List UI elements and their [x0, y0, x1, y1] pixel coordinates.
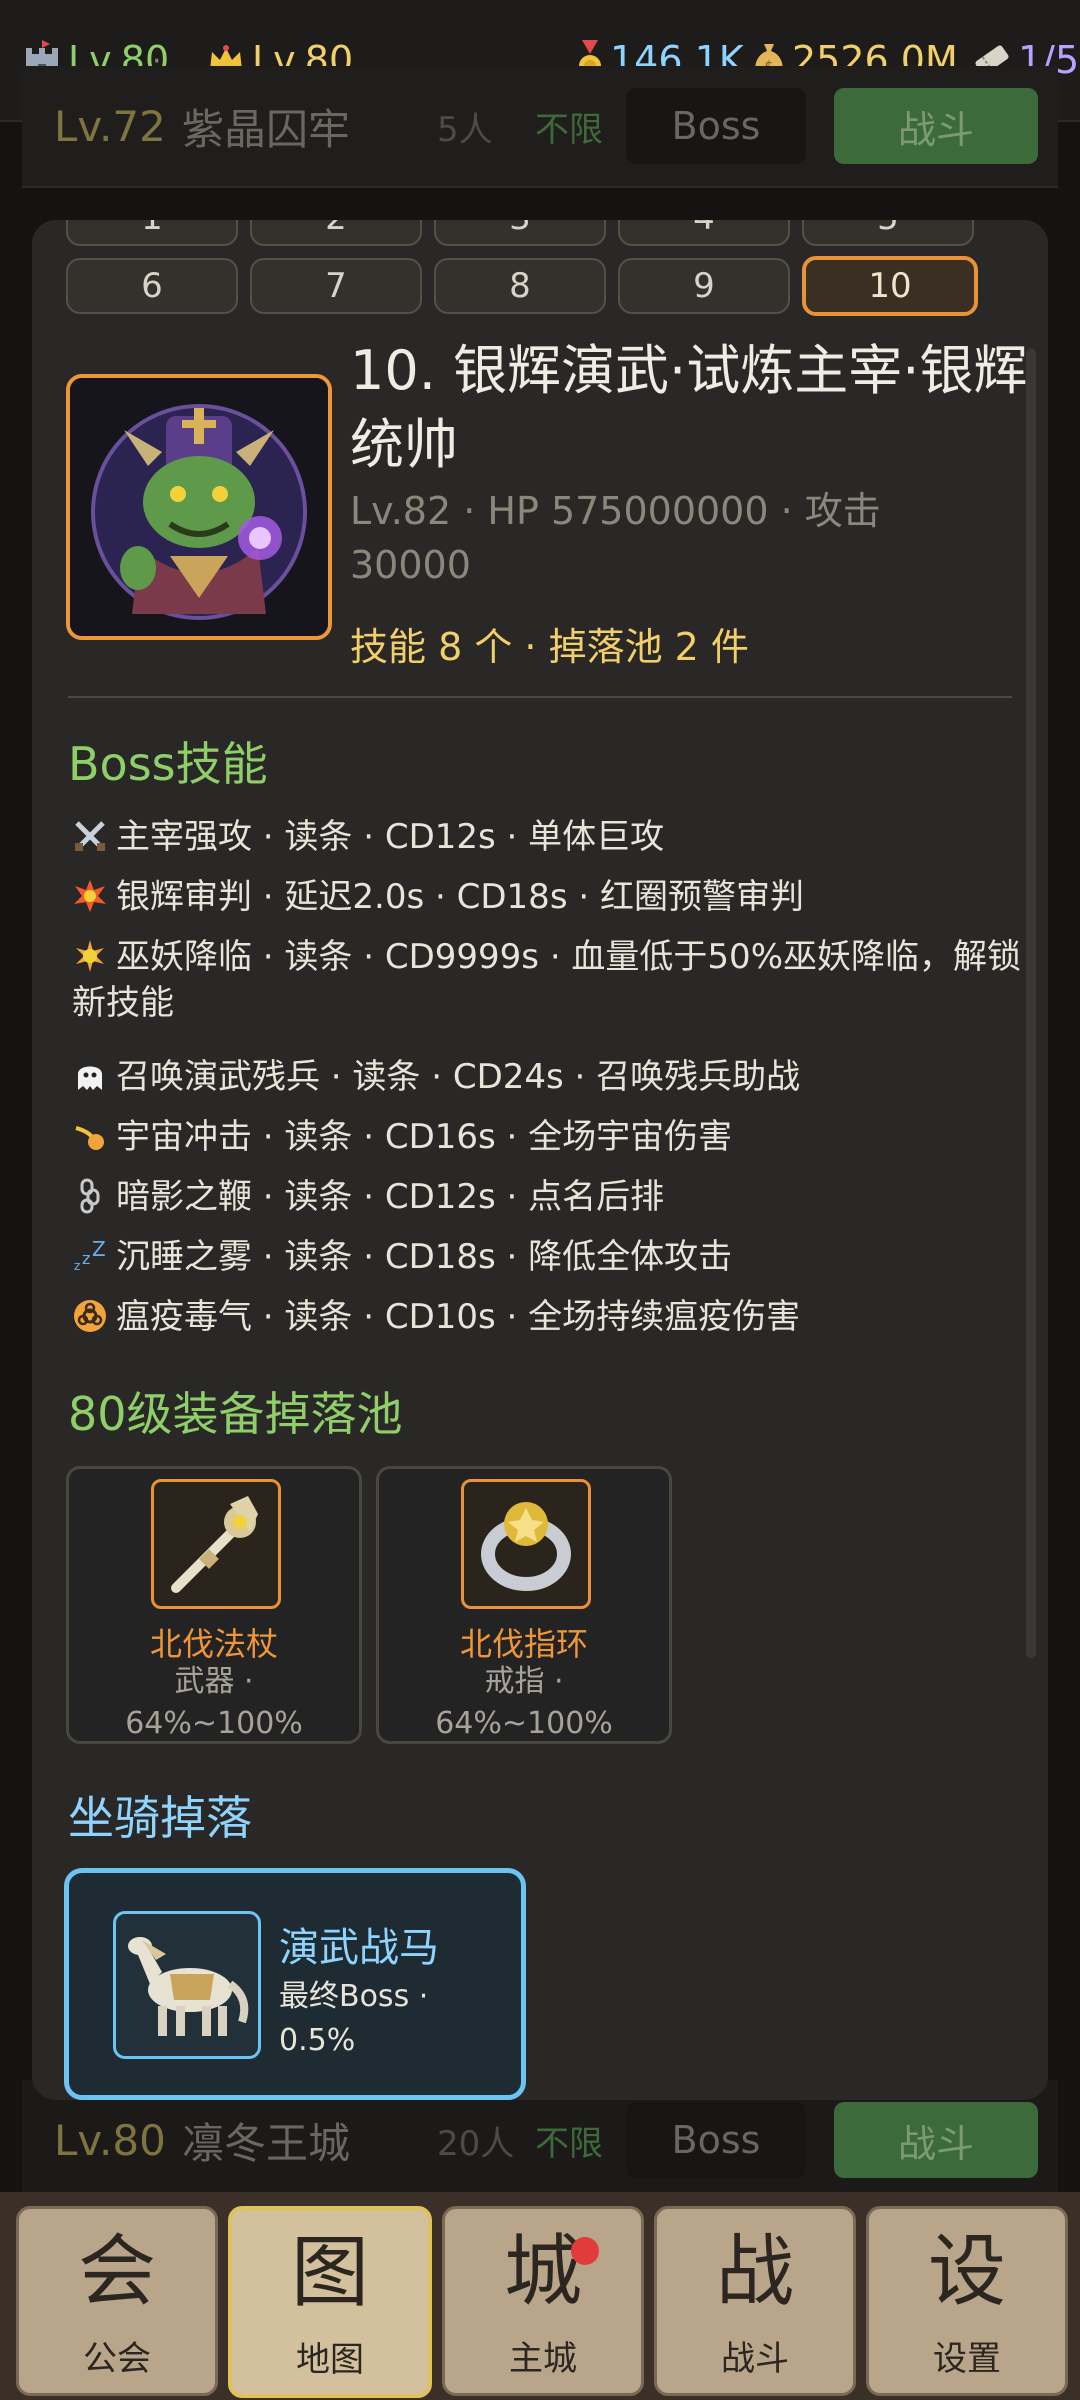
staff-icon	[171, 1496, 258, 1593]
skill-text: 巫妖降临 · 读条 · CD9999s · 血量低于50%巫妖降临，解锁新技能	[72, 937, 1021, 1023]
divider	[68, 696, 1012, 698]
dungeon-people: 20人	[437, 2123, 515, 2164]
nav-guild-button[interactable]: 会 公会	[16, 2206, 218, 2396]
bottom-nav-bar: 会 公会 图 地图 城 主城 战 战斗 设 设置	[0, 2192, 1080, 2400]
svg-text:z: z	[74, 1259, 80, 1273]
notification-badge	[571, 2237, 599, 2265]
nav-map-button[interactable]: 图 地图	[228, 2206, 432, 2398]
boss-tab-6[interactable]: 6	[66, 258, 238, 314]
crossed-swords-icon	[75, 821, 105, 851]
dungeon-row[interactable]: Lv.72 紫晶囚牢 5人 不限 Boss 战斗	[22, 66, 1058, 188]
drop-item-info: 戒指 · 64%~100%	[379, 1661, 669, 1745]
fight-button[interactable]: 战斗	[834, 88, 1038, 164]
dungeon-name: 凛冬王城	[182, 2118, 351, 2168]
boss-detail-panel[interactable]: 1 2 3 4 5 6 7 8 9 10 10. 银辉演武·试炼主宰·银辉统帅 …	[32, 220, 1048, 2100]
drop-item-image	[461, 1479, 591, 1609]
nav-battle-glyph: 战	[715, 2227, 794, 2317]
drop-item-rate: 64%~100%	[435, 1706, 613, 1741]
nav-settings-glyph: 设	[927, 2227, 1006, 2317]
boss-tab-3[interactable]: 3	[434, 220, 606, 246]
boss-info-button[interactable]: Boss	[626, 2102, 806, 2178]
skill-text: 召唤演武残兵 · 读条 · CD24s · 召唤残兵助战	[116, 1057, 801, 1097]
boss-tab-10-active[interactable]: 10	[802, 256, 978, 316]
nav-guild-glyph: 会	[77, 2227, 156, 2317]
nav-map-glyph: 图	[290, 2228, 369, 2318]
drop-item-name: 北伐法杖	[149, 1625, 278, 1663]
drop-item-image	[151, 1479, 281, 1609]
dungeon-level: Lv.80	[54, 2115, 166, 2165]
boss-tab-8[interactable]: 8	[434, 258, 606, 314]
skill-text: 沉睡之雾 · 读条 · CD18s · 降低全体攻击	[116, 1237, 733, 1277]
mount-info: 最终Boss · 0.5%	[279, 1975, 509, 2063]
nav-city-button[interactable]: 城 主城	[442, 2206, 644, 2396]
drop-item-rate: 64%~100%	[125, 1706, 303, 1741]
starburst-icon	[76, 940, 104, 972]
skill-text: 宇宙冲击 · 读条 · CD16s · 全场宇宙伤害	[116, 1117, 733, 1157]
boss-tab-2[interactable]: 2	[250, 220, 422, 246]
sleep-zzz-icon: z z Z	[74, 1238, 106, 1273]
horse-icon	[128, 1937, 249, 2036]
skill-text: 暗影之鞭 · 读条 · CD12s · 点名后排	[116, 1177, 665, 1217]
svg-text:z: z	[82, 1249, 90, 1268]
dungeon-level: Lv.72	[54, 101, 166, 151]
boss-tab-7[interactable]: 7	[250, 258, 422, 314]
drop-item-name: 北伐指环	[459, 1625, 588, 1663]
skills-section-title: Boss技能	[68, 737, 268, 791]
drop-item-type: 戒指 ·	[484, 1664, 564, 1699]
drop-item-card[interactable]: 北伐指环 戒指 · 64%~100%	[376, 1466, 672, 1744]
mount-image	[113, 1911, 261, 2059]
drop-item-type: 武器 ·	[174, 1664, 254, 1699]
skill-item: z z Z 沉睡之雾 · 读条 · CD18s · 降低全体攻击	[72, 1234, 1022, 1280]
dungeon-limit: 不限	[535, 109, 603, 150]
skill-text: 瘟疫毒气 · 读条 · CD10s · 全场持续瘟疫伤害	[116, 1297, 801, 1337]
boss-tab-4[interactable]: 4	[618, 220, 790, 246]
comet-icon	[75, 1126, 104, 1150]
skill-item: 瘟疫毒气 · 读条 · CD10s · 全场持续瘟疫伤害	[72, 1294, 1022, 1340]
nav-map-label: 地图	[296, 2340, 364, 2380]
dungeon-limit: 不限	[535, 2123, 603, 2164]
dungeon-people: 5人	[437, 109, 493, 150]
nav-settings-button[interactable]: 设 设置	[866, 2206, 1068, 2396]
skill-item: 主宰强攻 · 读条 · CD12s · 单体巨攻	[72, 814, 1022, 860]
ring-icon	[481, 1502, 571, 1591]
skill-item: 宇宙冲击 · 读条 · CD16s · 全场宇宙伤害	[72, 1114, 1022, 1160]
explosion-icon	[74, 880, 106, 912]
skill-item: 银辉审判 · 延迟2.0s · CD18s · 红圈预警审判	[72, 874, 1022, 920]
boss-portrait	[66, 374, 332, 640]
boss-stats: Lv.82 · HP 575000000 · 攻击 30000	[350, 489, 881, 587]
nav-city-glyph: 城	[503, 2227, 582, 2317]
skill-item: 暗影之鞭 · 读条 · CD12s · 点名后排	[72, 1174, 1022, 1220]
skill-item: 召唤演武残兵 · 读条 · CD24s · 召唤残兵助战	[72, 1054, 1022, 1100]
nav-battle-label: 战斗	[721, 2339, 789, 2379]
chain-icon	[80, 1178, 100, 1214]
mount-rate: 0.5%	[279, 2023, 356, 2058]
boss-title: 10. 银辉演武·试炼主宰·银辉统帅	[350, 339, 1028, 476]
boss-goblin-lich-icon	[70, 378, 328, 636]
boss-tab-5[interactable]: 5	[802, 220, 974, 246]
boss-tab-9[interactable]: 9	[618, 258, 790, 314]
panel-scrollbar[interactable]	[1026, 348, 1036, 1658]
drops-section-title: 80级装备掉落池	[68, 1387, 403, 1441]
nav-city-label: 主城	[509, 2339, 577, 2379]
nav-settings-label: 设置	[933, 2339, 1001, 2379]
boss-tab-1[interactable]: 1	[66, 220, 238, 246]
boss-info-button[interactable]: Boss	[626, 88, 806, 164]
svg-text:Z: Z	[92, 1238, 106, 1261]
drop-item-card[interactable]: 北伐法杖 武器 · 64%~100%	[66, 1466, 362, 1744]
mount-name: 演武战马	[279, 1925, 439, 1971]
biohazard-icon	[74, 1300, 106, 1332]
ghost-icon	[78, 1066, 102, 1090]
mount-section-title: 坐骑掉落	[68, 1791, 252, 1845]
mount-drop-card[interactable]: 演武战马 最终Boss · 0.5%	[64, 1868, 526, 2100]
dungeon-name: 紫晶囚牢	[182, 104, 351, 154]
mount-source: 最终Boss ·	[279, 1979, 429, 2014]
fight-button[interactable]: 战斗	[834, 2102, 1038, 2178]
skill-text: 银辉审判 · 延迟2.0s · CD18s · 红圈预警审判	[116, 877, 804, 917]
skill-text: 主宰强攻 · 读条 · CD12s · 单体巨攻	[116, 817, 665, 857]
skill-item: 巫妖降临 · 读条 · CD9999s · 血量低于50%巫妖降临，解锁新技能	[72, 934, 1022, 1026]
nav-guild-label: 公会	[83, 2339, 151, 2379]
drop-item-info: 武器 · 64%~100%	[69, 1661, 359, 1745]
boss-meta: 技能 8 个 · 掉落池 2 件	[350, 625, 749, 669]
nav-battle-button[interactable]: 战 战斗	[654, 2206, 856, 2396]
